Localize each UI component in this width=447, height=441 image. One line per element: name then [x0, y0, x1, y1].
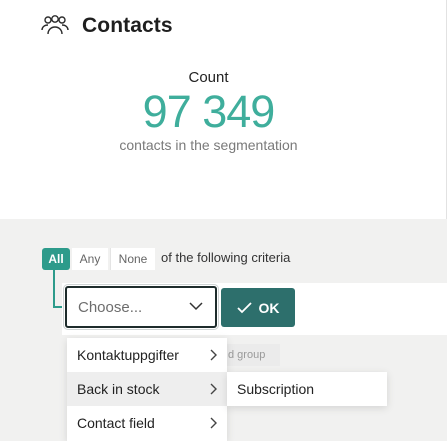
- ok-button-label: OK: [258, 299, 280, 316]
- criteria-select[interactable]: Choose...: [65, 286, 217, 328]
- menu-item-back-in-stock[interactable]: Back in stock: [67, 372, 227, 406]
- hidden-group-tag: d group: [224, 344, 280, 366]
- page-header: Contacts: [40, 14, 173, 38]
- submenu-item-subscription[interactable]: Subscription: [227, 372, 387, 406]
- count-label: Count: [188, 69, 229, 86]
- chevron-down-icon: [189, 302, 203, 311]
- menu-item-contact-field[interactable]: Contact field: [67, 406, 227, 440]
- menu-item-label: Kontaktuppgifter: [77, 347, 179, 363]
- mode-none-toggle[interactable]: None: [110, 248, 155, 270]
- submenu-item-label: Subscription: [237, 381, 315, 397]
- count-subtitle: contacts in the segmentation: [119, 137, 298, 153]
- menu-item-label: Contact field: [77, 415, 155, 431]
- criteria-dropdown-menu: Kontaktuppgifter Back in stock Contact f…: [67, 338, 227, 441]
- mode-all-toggle[interactable]: All: [42, 248, 70, 270]
- criteria-description: of the following criteria: [161, 250, 291, 265]
- criteria-select-placeholder: Choose...: [78, 298, 143, 316]
- chevron-right-icon: [210, 417, 217, 429]
- menu-item-kontaktuppgifter[interactable]: Kontaktuppgifter: [67, 338, 227, 372]
- ok-button[interactable]: OK: [221, 288, 295, 327]
- mode-any-toggle[interactable]: Any: [72, 248, 108, 270]
- chevron-right-icon: [210, 383, 217, 395]
- count-value: 97 349: [142, 86, 276, 137]
- count-panel: Contacts Count 97 349 contacts in the se…: [0, 0, 447, 219]
- page-title: Contacts: [82, 14, 173, 37]
- checkmark-icon: [236, 301, 252, 313]
- menu-item-label: Back in stock: [77, 381, 160, 397]
- people-group-icon: [41, 15, 69, 35]
- chevron-right-icon: [210, 349, 217, 361]
